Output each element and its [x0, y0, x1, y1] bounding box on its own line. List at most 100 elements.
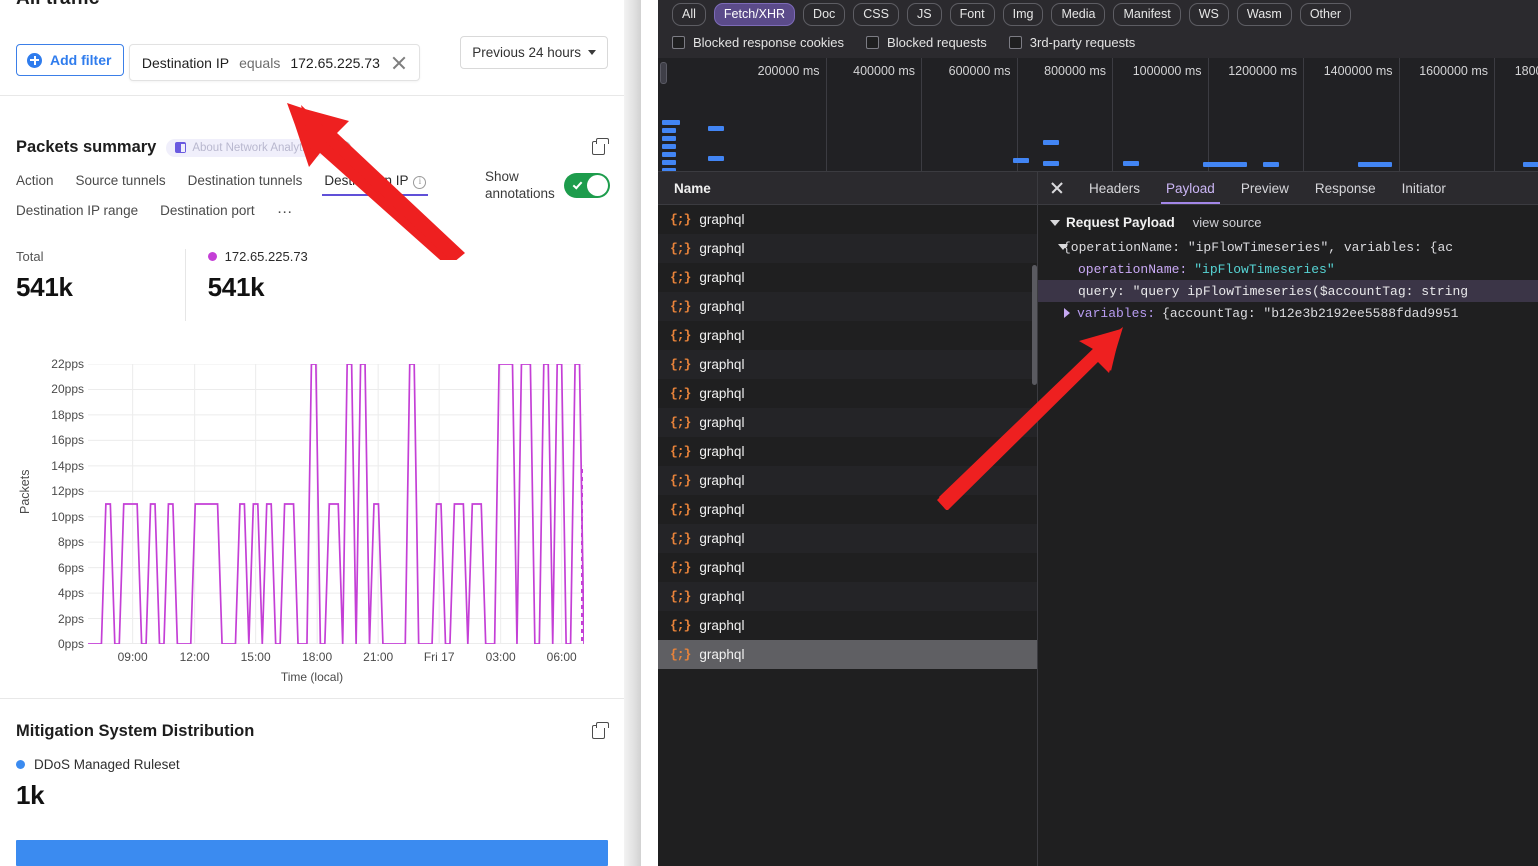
more-dimensions-button[interactable]: … — [277, 197, 294, 226]
add-filter-button[interactable]: Add filter — [16, 44, 124, 76]
y-axis-ticks: 0pps2pps4pps6pps8pps10pps12pps14pps16pps… — [28, 364, 84, 644]
request-row[interactable]: {;}graphql — [658, 437, 1037, 466]
type-chip-all[interactable]: All — [672, 3, 706, 26]
view-source-link[interactable]: view source — [1193, 215, 1262, 230]
graphql-icon: {;} — [670, 589, 690, 604]
request-row-name: graphql — [699, 386, 744, 401]
x-tick-label: 21:00 — [363, 650, 393, 664]
type-chip-wasm[interactable]: Wasm — [1237, 3, 1292, 26]
request-row[interactable]: {;}graphql — [658, 640, 1037, 669]
totals-row: Total 541k 172.65.225.73 541k — [0, 249, 624, 321]
type-chip-other[interactable]: Other — [1300, 3, 1351, 26]
request-row[interactable]: {;}graphql — [658, 263, 1037, 292]
chart-svg — [88, 364, 584, 644]
overview-divider — [1112, 58, 1113, 172]
check-icon — [573, 179, 583, 189]
dimension-tab-destination-port[interactable]: Destination port — [160, 197, 255, 226]
request-row[interactable]: {;}graphql — [658, 408, 1037, 437]
info-icon[interactable]: i — [413, 176, 426, 189]
left-panel-scrollbar[interactable] — [624, 0, 641, 866]
resource-type-chips: All Fetch/XHR Doc CSS JS Font Img Media Manifest… — [672, 0, 1538, 26]
overview-tick-label: 1000000 ms — [1133, 64, 1208, 78]
type-chip-ws[interactable]: WS — [1189, 3, 1229, 26]
active-filter-chip[interactable]: Destination IP equals 172.65.225.73 — [129, 44, 420, 81]
chevron-right-icon[interactable] — [1064, 308, 1070, 318]
type-chip-manifest[interactable]: Manifest — [1113, 3, 1180, 26]
x-tick-label: Fri 17 — [424, 650, 455, 664]
checkbox-3rd-party-requests[interactable]: 3rd-party requests — [1009, 35, 1136, 50]
packets-summary-card: Packets summary About Network Analytics … — [0, 124, 624, 699]
checkbox-blocked-requests[interactable]: Blocked requests — [866, 35, 987, 50]
request-row-name: graphql — [699, 444, 744, 459]
request-row[interactable]: {;}graphql — [658, 582, 1037, 611]
request-row[interactable]: {;}graphql — [658, 553, 1037, 582]
graphql-icon: {;} — [670, 357, 690, 372]
series-color-dot — [208, 252, 217, 261]
request-row[interactable]: {;} graphql — [658, 350, 1037, 379]
overview-divider — [1494, 58, 1495, 172]
type-chip-fetch-xhr[interactable]: Fetch/XHR — [714, 3, 795, 26]
request-payload-title: Request Payload — [1066, 215, 1175, 230]
dimension-tab-destination-ip[interactable]: Destination IPi — [324, 167, 426, 197]
dimension-tab-source-tunnels[interactable]: Source tunnels — [76, 167, 166, 197]
about-network-analytics-pill[interactable]: About Network Analytics — [166, 139, 325, 157]
request-list-scrollbar[interactable] — [1032, 205, 1037, 866]
type-chip-doc[interactable]: Doc — [803, 3, 845, 26]
type-chip-media[interactable]: Media — [1051, 3, 1105, 26]
payload-root-row[interactable]: {operationName: "ipFlowTimeseries", vari… — [1038, 236, 1538, 258]
toggle-knob — [587, 175, 608, 196]
payload-variables-row[interactable]: variables: {accountTag: "b12e3b2192ee558… — [1038, 302, 1538, 324]
overview-drag-handle[interactable] — [660, 62, 667, 84]
request-row[interactable]: {;}graphql — [658, 611, 1037, 640]
close-icon[interactable] — [390, 54, 407, 71]
overview-request-bar — [662, 160, 676, 165]
tab-payload[interactable]: Payload — [1153, 172, 1228, 204]
chevron-down-icon[interactable] — [1050, 220, 1060, 226]
request-row[interactable]: {;}graphql — [658, 292, 1037, 321]
overview-divider — [921, 58, 922, 172]
expand-mitigation-card-button[interactable] — [592, 722, 608, 738]
network-overview-timeline[interactable]: 200000 ms400000 ms600000 ms800000 ms1000… — [658, 58, 1538, 172]
request-payload-header[interactable]: Request Payload view source — [1038, 213, 1538, 236]
request-row[interactable]: {;}graphql — [658, 379, 1037, 408]
dimension-tab-destination-ip-range[interactable]: Destination IP range — [16, 197, 138, 226]
request-row[interactable]: {;}graphql — [658, 466, 1037, 495]
tab-preview[interactable]: Preview — [1228, 172, 1302, 204]
series-legend: 172.65.225.73 — [208, 249, 308, 264]
request-row-name: graphql — [699, 473, 744, 488]
show-annotations-toggle[interactable] — [564, 173, 610, 198]
graphql-icon: {;} — [670, 647, 690, 662]
packets-timeseries-chart[interactable]: Packets 0pps2pps4pps6pps8pps10pps12pps14… — [0, 364, 624, 694]
name-column-header[interactable]: Name — [658, 172, 1037, 205]
request-row[interactable]: {;}graphql — [658, 234, 1037, 263]
overview-request-bar — [1123, 161, 1139, 166]
type-chip-css[interactable]: CSS — [853, 3, 899, 26]
type-chip-font[interactable]: Font — [950, 3, 995, 26]
y-tick-label: 22pps — [51, 357, 84, 371]
checkbox-blocked-response-cookies[interactable]: Blocked response cookies — [672, 35, 844, 50]
expand-card-button[interactable] — [592, 138, 608, 154]
series-total-block: 172.65.225.73 541k — [185, 249, 324, 321]
type-chip-js[interactable]: JS — [907, 3, 942, 26]
close-detail-button[interactable] — [1038, 172, 1076, 204]
tab-response[interactable]: Response — [1302, 172, 1389, 204]
dimension-tab-destination-tunnels[interactable]: Destination tunnels — [188, 167, 303, 197]
overview-divider — [1017, 58, 1018, 172]
request-row[interactable]: {;}graphql — [658, 495, 1037, 524]
overview-tick-label: 600000 ms — [949, 64, 1017, 78]
payload-operation-name-key: operationName: — [1078, 262, 1187, 277]
overview-request-bar — [708, 126, 724, 131]
mitigation-system-distribution-card: Mitigation System Distribution DDoS Mana… — [0, 700, 624, 866]
overview-tick-label: 1800000 ms — [1515, 64, 1538, 78]
type-chip-img[interactable]: Img — [1003, 3, 1044, 26]
request-row[interactable]: {;}graphql — [658, 205, 1037, 234]
tab-initiator[interactable]: Initiator — [1389, 172, 1459, 204]
request-row[interactable]: {;}graphql — [658, 321, 1037, 350]
request-row[interactable]: {;}graphql — [658, 524, 1037, 553]
scrollbar-thumb[interactable] — [1032, 265, 1037, 385]
dimension-tab-action[interactable]: Action — [16, 167, 54, 197]
time-range-selector[interactable]: Previous 24 hours — [460, 36, 608, 69]
y-tick-label: 18pps — [51, 408, 84, 422]
tab-headers[interactable]: Headers — [1076, 172, 1153, 204]
request-row-name: graphql — [699, 357, 744, 372]
